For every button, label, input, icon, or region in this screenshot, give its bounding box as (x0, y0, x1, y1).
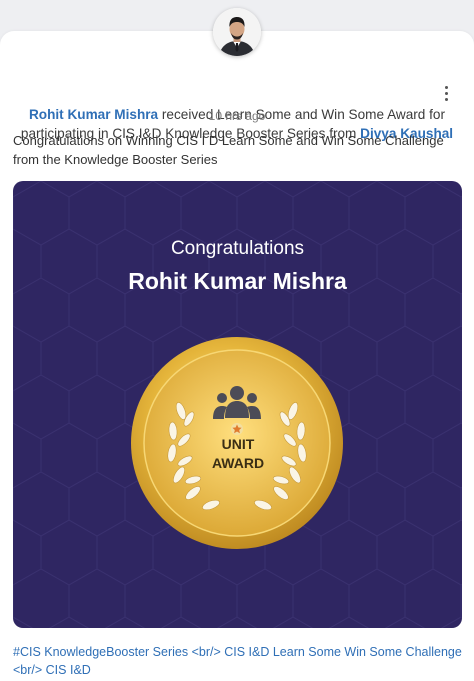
award-title-line1: UNIT (221, 436, 255, 452)
post-timestamp: 10 hrs ago (208, 109, 266, 123)
post-hashtags: #CIS KnowledgeBooster Series <br/> CIS I… (13, 643, 463, 679)
post-message: Congratulations on Winning CIS I D Learn… (13, 133, 444, 167)
award-recipient: Rohit Kumar Mishra (128, 268, 347, 294)
avatar[interactable] (213, 8, 261, 56)
award-card[interactable]: Congratulations Rohit Kumar Mishra UNIT … (13, 181, 462, 628)
star-icon (231, 423, 243, 435)
award-title: UNIT AWARD (180, 435, 296, 473)
avatar-image (213, 8, 261, 56)
award-title-line2: AWARD (211, 455, 265, 471)
award-heading: Congratulations (170, 238, 305, 259)
hashtag-link[interactable]: #CIS KnowledgeBooster Series <br/> CIS I… (13, 645, 462, 677)
more-options-icon[interactable] (436, 83, 456, 103)
